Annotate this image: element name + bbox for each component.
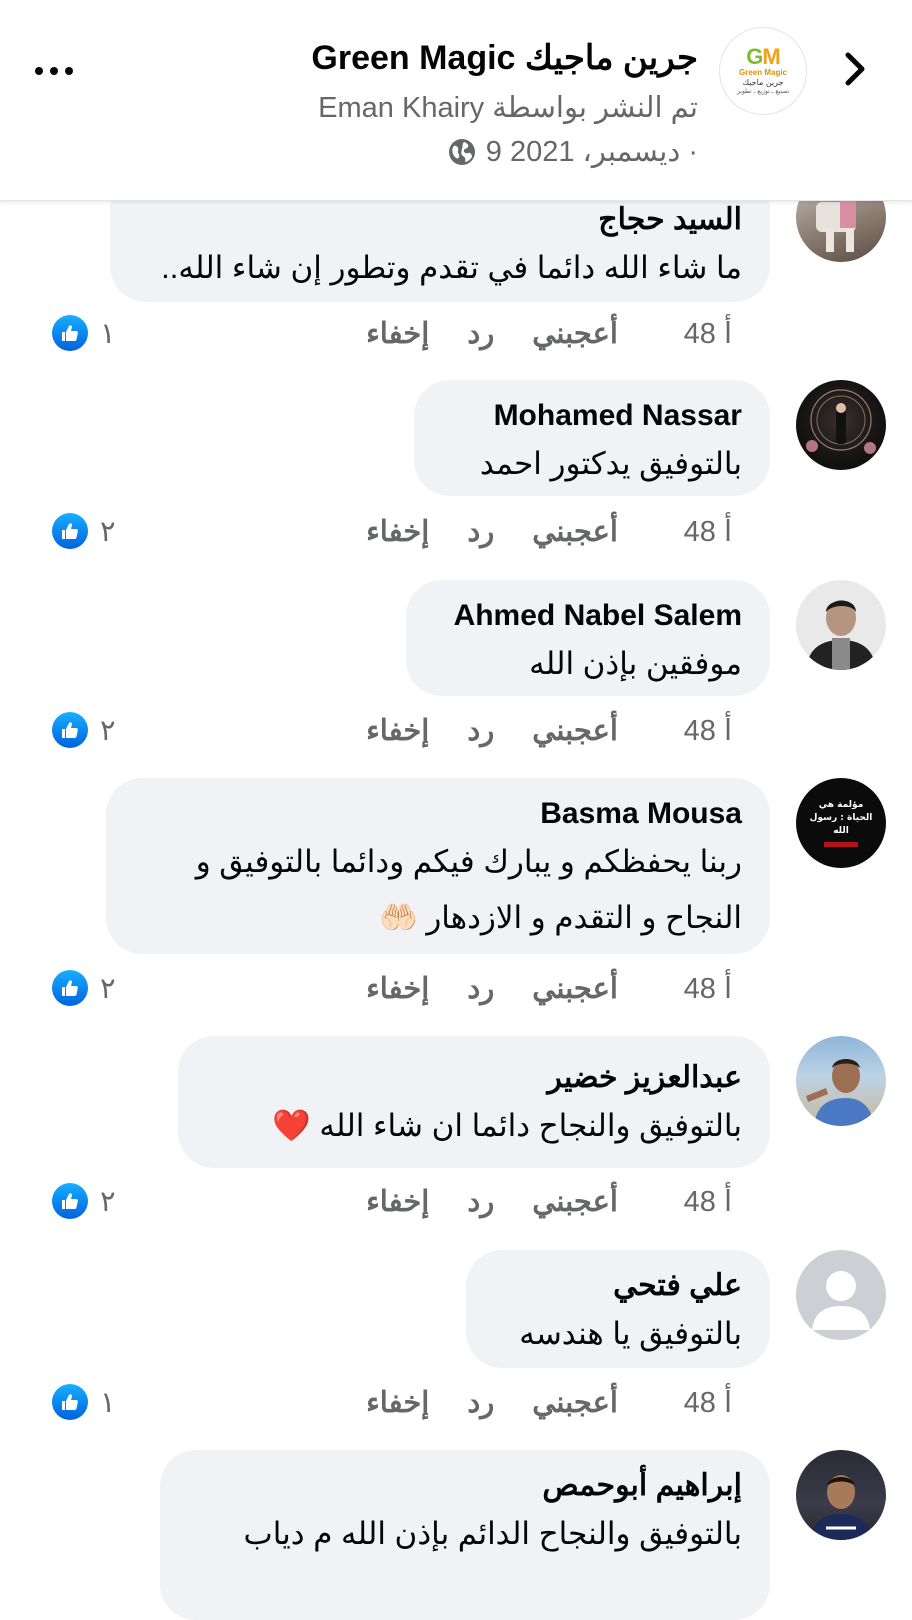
comment-actions: 48 أ أعجبني رد إخفاء xyxy=(366,511,732,551)
comment-text: بالتوفيق والنجاح الدائم بإذن الله م دياب xyxy=(243,1516,742,1551)
like-button[interactable]: أعجبني xyxy=(532,971,618,1006)
reply-button[interactable]: رد xyxy=(467,514,494,549)
thumbs-up-icon xyxy=(52,1183,88,1219)
hide-button[interactable]: إخفاء xyxy=(366,316,429,351)
comment-author[interactable]: Ahmed Nabel Salem xyxy=(434,596,742,636)
reaction-count: ٢ xyxy=(100,972,116,1005)
thumbs-up-icon xyxy=(52,712,88,748)
comment-text-line-1: ربنا يحفظكم و يبارك فيكم ودائما بالتوفيق… xyxy=(195,844,742,879)
comment-time[interactable]: 48 أ xyxy=(656,1385,732,1420)
comment-time[interactable]: 48 أ xyxy=(656,514,732,549)
avatar[interactable] xyxy=(796,380,886,470)
comment-actions: 48 أ أعجبني رد إخفاء xyxy=(366,313,732,353)
reply-button[interactable]: رد xyxy=(467,713,494,748)
avatar[interactable]: مؤلمة هي الحياة : رسول الله xyxy=(796,778,886,868)
chevron-right-icon xyxy=(845,52,865,86)
posted-by[interactable]: تم النشر بواسطة Eman Khairy xyxy=(318,90,698,125)
reaction-count: ٢ xyxy=(100,515,116,548)
post-date-row: 9 ديسمبر، 2021 · xyxy=(448,134,698,169)
comment-text: بالتوفيق والنجاح دائما ان شاء الله ❤️ xyxy=(272,1108,742,1143)
thumbs-up-icon xyxy=(52,315,88,351)
like-button[interactable]: أعجبني xyxy=(532,316,618,351)
globe-icon xyxy=(448,138,475,165)
default-avatar-icon xyxy=(812,1271,870,1330)
reply-button[interactable]: رد xyxy=(467,1184,494,1219)
reaction-count: ٢ xyxy=(100,714,116,747)
avatar[interactable] xyxy=(796,580,886,670)
comment-time[interactable]: 48 أ xyxy=(656,1184,732,1219)
post-date[interactable]: 9 ديسمبر، 2021 · xyxy=(486,134,698,169)
logo-arabic-name: جرين ماجيك xyxy=(742,78,784,87)
page-logo[interactable]: GM Green Magic جرين ماجيك تصنيع ـ توزيع … xyxy=(719,27,807,115)
page-name[interactable]: جرين ماجيك Green Magic xyxy=(311,38,698,78)
more-options-button[interactable] xyxy=(30,56,78,86)
comment-author[interactable]: عبدالعزيز خضير xyxy=(206,1058,742,1098)
comment-bubble[interactable]: عبدالعزيز خضير بالتوفيق والنجاح دائما ان… xyxy=(178,1036,770,1168)
comment-bubble[interactable]: علي فتحي بالتوفيق يا هندسه xyxy=(466,1250,770,1368)
hide-button[interactable]: إخفاء xyxy=(366,971,429,1006)
like-button[interactable]: أعجبني xyxy=(532,713,618,748)
logo-english-name: Green Magic xyxy=(738,68,787,77)
reaction-summary[interactable]: ٢ xyxy=(52,1181,116,1221)
back-button[interactable] xyxy=(834,48,876,90)
comment-author[interactable]: علي فتحي xyxy=(494,1266,742,1306)
comment-author[interactable]: Basma Mousa xyxy=(134,794,742,834)
like-button[interactable]: أعجبني xyxy=(532,1184,618,1219)
like-button[interactable]: أعجبني xyxy=(532,514,618,549)
reply-button[interactable]: رد xyxy=(467,1385,494,1420)
reaction-summary[interactable]: ١ xyxy=(52,1382,116,1422)
comment-text: موفقين بإذن الله xyxy=(529,646,742,681)
thumbs-up-icon xyxy=(52,1384,88,1420)
reaction-summary[interactable]: ٢ xyxy=(52,511,116,551)
hide-button[interactable]: إخفاء xyxy=(366,514,429,549)
comment-text: بالتوفيق يا هندسه xyxy=(519,1316,742,1351)
reaction-summary[interactable]: ٢ xyxy=(52,968,116,1008)
reaction-summary[interactable]: ٢ xyxy=(52,710,116,750)
avatar[interactable] xyxy=(796,1036,886,1126)
more-dots-icon xyxy=(35,67,43,75)
reaction-count: ١ xyxy=(100,1386,116,1419)
comment-actions: 48 أ أعجبني رد إخفاء xyxy=(366,1382,732,1422)
thumbs-up-icon xyxy=(52,513,88,549)
hide-button[interactable]: إخفاء xyxy=(366,1385,429,1420)
thumbs-up-icon xyxy=(52,970,88,1006)
logo-mark: GM xyxy=(746,44,780,69)
logo-tagline: تصنيع ـ توزيع ـ تطوير xyxy=(736,88,790,95)
comment-time[interactable]: 48 أ xyxy=(656,316,732,351)
comment-author[interactable]: السيد حجاج xyxy=(138,200,742,240)
like-button[interactable]: أعجبني xyxy=(532,1385,618,1420)
comment-author[interactable]: إبراهيم أبوحمص xyxy=(188,1466,742,1506)
comment-author[interactable]: Mohamed Nassar xyxy=(442,396,742,436)
comment-actions: 48 أ أعجبني رد إخفاء xyxy=(366,968,732,1008)
comment-actions: 48 أ أعجبني رد إخفاء xyxy=(366,710,732,750)
avatar[interactable] xyxy=(796,1450,886,1540)
comment-actions: 48 أ أعجبني رد إخفاء xyxy=(366,1181,732,1221)
comment-bubble[interactable]: Ahmed Nabel Salem موفقين بإذن الله xyxy=(406,580,770,696)
reaction-summary[interactable]: ١ xyxy=(52,313,116,353)
post-header: GM Green Magic جرين ماجيك تصنيع ـ توزيع … xyxy=(0,0,912,201)
reaction-count: ٢ xyxy=(100,1185,116,1218)
avatar-text: مؤلمة هي الحياة : رسول الله xyxy=(809,800,873,836)
hide-button[interactable]: إخفاء xyxy=(366,713,429,748)
reply-button[interactable]: رد xyxy=(467,971,494,1006)
comment-text-line-2: النجاح و التقدم و الازدهار 🤲🏻 xyxy=(379,900,742,935)
comment-text: ما شاء الله دائما في تقدم وتطور إن شاء ا… xyxy=(161,250,742,285)
comment-time[interactable]: 48 أ xyxy=(656,971,732,1006)
hide-button[interactable]: إخفاء xyxy=(366,1184,429,1219)
avatar[interactable] xyxy=(796,1250,886,1340)
reaction-count: ١ xyxy=(100,317,116,350)
comment-time[interactable]: 48 أ xyxy=(656,713,732,748)
comment-bubble[interactable]: إبراهيم أبوحمص بالتوفيق والنجاح الدائم ب… xyxy=(160,1450,770,1620)
comment-bubble[interactable]: Basma Mousa ربنا يحفظكم و يبارك فيكم ودا… xyxy=(106,778,770,954)
comment-text: بالتوفيق يدكتور احمد xyxy=(479,446,742,481)
comment-bubble[interactable]: Mohamed Nassar بالتوفيق يدكتور احمد xyxy=(414,380,770,496)
reply-button[interactable]: رد xyxy=(467,316,494,351)
